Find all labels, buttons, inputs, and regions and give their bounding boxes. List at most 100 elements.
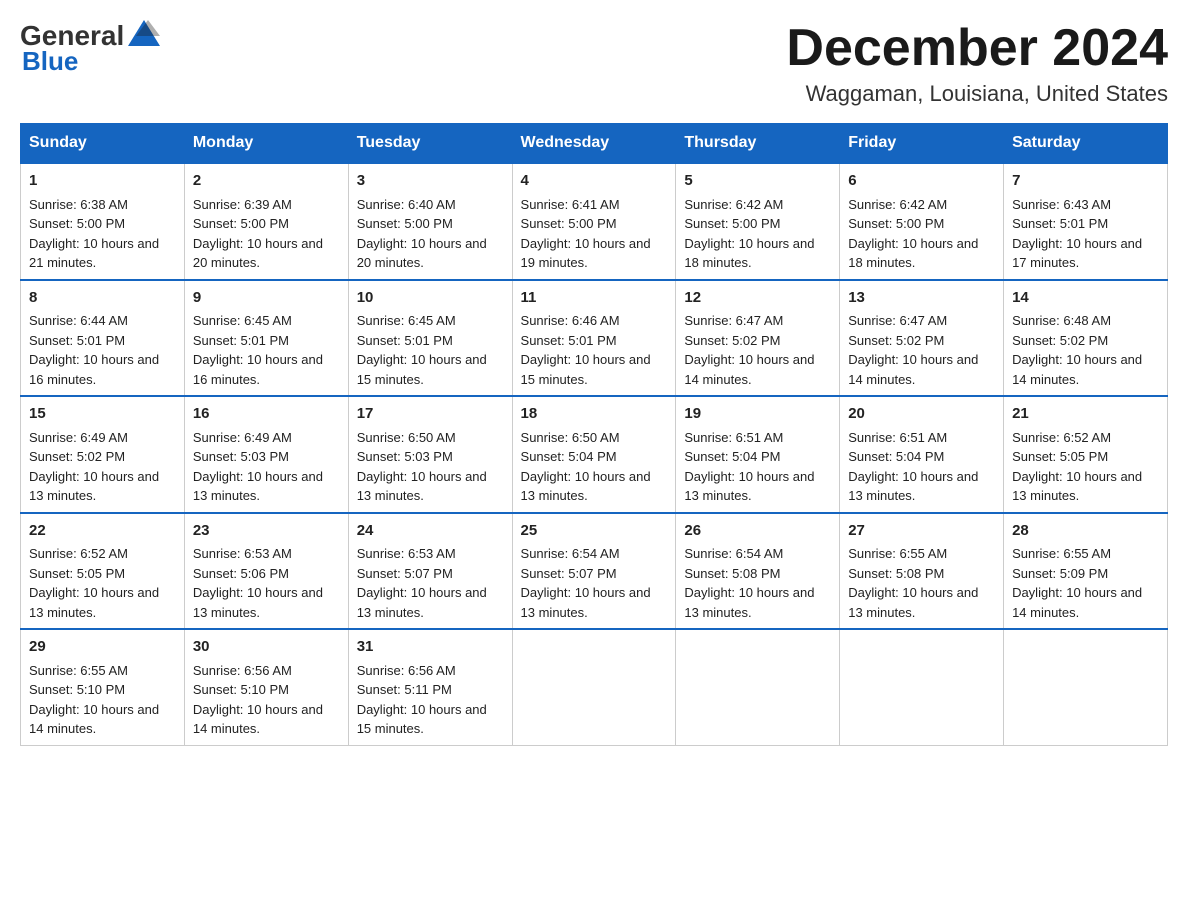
- calendar-cell: 24Sunrise: 6:53 AMSunset: 5:07 PMDayligh…: [348, 513, 512, 630]
- calendar-cell: 8Sunrise: 6:44 AMSunset: 5:01 PMDaylight…: [21, 280, 185, 397]
- day-number: 22: [29, 520, 176, 543]
- page-title: December 2024: [786, 20, 1168, 77]
- day-number: 14: [1012, 287, 1159, 310]
- daylight-text: Daylight: 10 hours and 20 minutes.: [193, 236, 323, 271]
- day-number: 8: [29, 287, 176, 310]
- daylight-text: Daylight: 10 hours and 13 minutes.: [357, 585, 487, 620]
- week-row-3: 15Sunrise: 6:49 AMSunset: 5:02 PMDayligh…: [21, 396, 1168, 513]
- sunset-text: Sunset: 5:01 PM: [193, 333, 289, 348]
- calendar-cell: 20Sunrise: 6:51 AMSunset: 5:04 PMDayligh…: [840, 396, 1004, 513]
- calendar-cell: 18Sunrise: 6:50 AMSunset: 5:04 PMDayligh…: [512, 396, 676, 513]
- sunset-text: Sunset: 5:11 PM: [357, 682, 452, 697]
- day-header-thursday: Thursday: [676, 124, 840, 164]
- sunrise-text: Sunrise: 6:50 AM: [521, 430, 620, 445]
- day-number: 3: [357, 170, 504, 193]
- day-number: 21: [1012, 403, 1159, 426]
- calendar-cell: 4Sunrise: 6:41 AMSunset: 5:00 PMDaylight…: [512, 163, 676, 280]
- daylight-text: Daylight: 10 hours and 13 minutes.: [521, 469, 651, 504]
- title-block: December 2024 Waggaman, Louisiana, Unite…: [786, 20, 1168, 107]
- daylight-text: Daylight: 10 hours and 14 minutes.: [684, 352, 814, 387]
- sunrise-text: Sunrise: 6:54 AM: [684, 546, 783, 561]
- daylight-text: Daylight: 10 hours and 16 minutes.: [29, 352, 159, 387]
- sunset-text: Sunset: 5:01 PM: [521, 333, 617, 348]
- sunset-text: Sunset: 5:02 PM: [848, 333, 944, 348]
- calendar-cell: 10Sunrise: 6:45 AMSunset: 5:01 PMDayligh…: [348, 280, 512, 397]
- calendar-cell: 16Sunrise: 6:49 AMSunset: 5:03 PMDayligh…: [184, 396, 348, 513]
- sunrise-text: Sunrise: 6:51 AM: [684, 430, 783, 445]
- calendar-cell: 31Sunrise: 6:56 AMSunset: 5:11 PMDayligh…: [348, 629, 512, 745]
- day-number: 11: [521, 287, 668, 310]
- sunset-text: Sunset: 5:10 PM: [193, 682, 289, 697]
- calendar-cell: 17Sunrise: 6:50 AMSunset: 5:03 PMDayligh…: [348, 396, 512, 513]
- sunrise-text: Sunrise: 6:42 AM: [848, 197, 947, 212]
- day-header-wednesday: Wednesday: [512, 124, 676, 164]
- sunset-text: Sunset: 5:01 PM: [357, 333, 453, 348]
- sunset-text: Sunset: 5:08 PM: [848, 566, 944, 581]
- calendar-cell: 27Sunrise: 6:55 AMSunset: 5:08 PMDayligh…: [840, 513, 1004, 630]
- week-row-5: 29Sunrise: 6:55 AMSunset: 5:10 PMDayligh…: [21, 629, 1168, 745]
- calendar-cell: 15Sunrise: 6:49 AMSunset: 5:02 PMDayligh…: [21, 396, 185, 513]
- sunrise-text: Sunrise: 6:53 AM: [357, 546, 456, 561]
- daylight-text: Daylight: 10 hours and 14 minutes.: [848, 352, 978, 387]
- week-row-2: 8Sunrise: 6:44 AMSunset: 5:01 PMDaylight…: [21, 280, 1168, 397]
- sunrise-text: Sunrise: 6:53 AM: [193, 546, 292, 561]
- calendar-cell: 3Sunrise: 6:40 AMSunset: 5:00 PMDaylight…: [348, 163, 512, 280]
- calendar-cell: 9Sunrise: 6:45 AMSunset: 5:01 PMDaylight…: [184, 280, 348, 397]
- calendar-cell: 14Sunrise: 6:48 AMSunset: 5:02 PMDayligh…: [1004, 280, 1168, 397]
- calendar-cell: [1004, 629, 1168, 745]
- sunset-text: Sunset: 5:00 PM: [29, 216, 125, 231]
- sunrise-text: Sunrise: 6:55 AM: [1012, 546, 1111, 561]
- calendar-cell: 23Sunrise: 6:53 AMSunset: 5:06 PMDayligh…: [184, 513, 348, 630]
- day-number: 27: [848, 520, 995, 543]
- day-number: 13: [848, 287, 995, 310]
- day-number: 1: [29, 170, 176, 193]
- day-number: 10: [357, 287, 504, 310]
- sunset-text: Sunset: 5:04 PM: [521, 449, 617, 464]
- sunset-text: Sunset: 5:07 PM: [521, 566, 617, 581]
- sunset-text: Sunset: 5:00 PM: [848, 216, 944, 231]
- sunrise-text: Sunrise: 6:43 AM: [1012, 197, 1111, 212]
- daylight-text: Daylight: 10 hours and 15 minutes.: [357, 702, 487, 737]
- daylight-text: Daylight: 10 hours and 13 minutes.: [29, 585, 159, 620]
- sunset-text: Sunset: 5:07 PM: [357, 566, 453, 581]
- daylight-text: Daylight: 10 hours and 13 minutes.: [684, 585, 814, 620]
- day-number: 31: [357, 636, 504, 659]
- daylight-text: Daylight: 10 hours and 14 minutes.: [1012, 352, 1142, 387]
- week-row-1: 1Sunrise: 6:38 AMSunset: 5:00 PMDaylight…: [21, 163, 1168, 280]
- calendar-cell: 26Sunrise: 6:54 AMSunset: 5:08 PMDayligh…: [676, 513, 840, 630]
- sunrise-text: Sunrise: 6:41 AM: [521, 197, 620, 212]
- calendar-cell: 21Sunrise: 6:52 AMSunset: 5:05 PMDayligh…: [1004, 396, 1168, 513]
- day-number: 30: [193, 636, 340, 659]
- sunset-text: Sunset: 5:10 PM: [29, 682, 125, 697]
- daylight-text: Daylight: 10 hours and 13 minutes.: [521, 585, 651, 620]
- daylight-text: Daylight: 10 hours and 13 minutes.: [29, 469, 159, 504]
- daylight-text: Daylight: 10 hours and 13 minutes.: [193, 585, 323, 620]
- day-number: 15: [29, 403, 176, 426]
- calendar-cell: 28Sunrise: 6:55 AMSunset: 5:09 PMDayligh…: [1004, 513, 1168, 630]
- calendar-cell: 6Sunrise: 6:42 AMSunset: 5:00 PMDaylight…: [840, 163, 1004, 280]
- day-number: 12: [684, 287, 831, 310]
- day-number: 4: [521, 170, 668, 193]
- sunset-text: Sunset: 5:04 PM: [848, 449, 944, 464]
- daylight-text: Daylight: 10 hours and 18 minutes.: [684, 236, 814, 271]
- day-header-tuesday: Tuesday: [348, 124, 512, 164]
- sunset-text: Sunset: 5:02 PM: [1012, 333, 1108, 348]
- daylight-text: Daylight: 10 hours and 13 minutes.: [848, 585, 978, 620]
- sunset-text: Sunset: 5:00 PM: [357, 216, 453, 231]
- day-number: 2: [193, 170, 340, 193]
- day-number: 9: [193, 287, 340, 310]
- daylight-text: Daylight: 10 hours and 13 minutes.: [684, 469, 814, 504]
- daylight-text: Daylight: 10 hours and 13 minutes.: [357, 469, 487, 504]
- daylight-text: Daylight: 10 hours and 20 minutes.: [357, 236, 487, 271]
- calendar-cell: 22Sunrise: 6:52 AMSunset: 5:05 PMDayligh…: [21, 513, 185, 630]
- page-header: General Blue December 2024 Waggaman, Lou…: [20, 20, 1168, 107]
- calendar-header-row: SundayMondayTuesdayWednesdayThursdayFrid…: [21, 124, 1168, 164]
- sunset-text: Sunset: 5:00 PM: [684, 216, 780, 231]
- calendar-cell: [840, 629, 1004, 745]
- daylight-text: Daylight: 10 hours and 14 minutes.: [193, 702, 323, 737]
- day-number: 5: [684, 170, 831, 193]
- calendar-cell: 2Sunrise: 6:39 AMSunset: 5:00 PMDaylight…: [184, 163, 348, 280]
- day-header-sunday: Sunday: [21, 124, 185, 164]
- sunset-text: Sunset: 5:02 PM: [29, 449, 125, 464]
- daylight-text: Daylight: 10 hours and 15 minutes.: [357, 352, 487, 387]
